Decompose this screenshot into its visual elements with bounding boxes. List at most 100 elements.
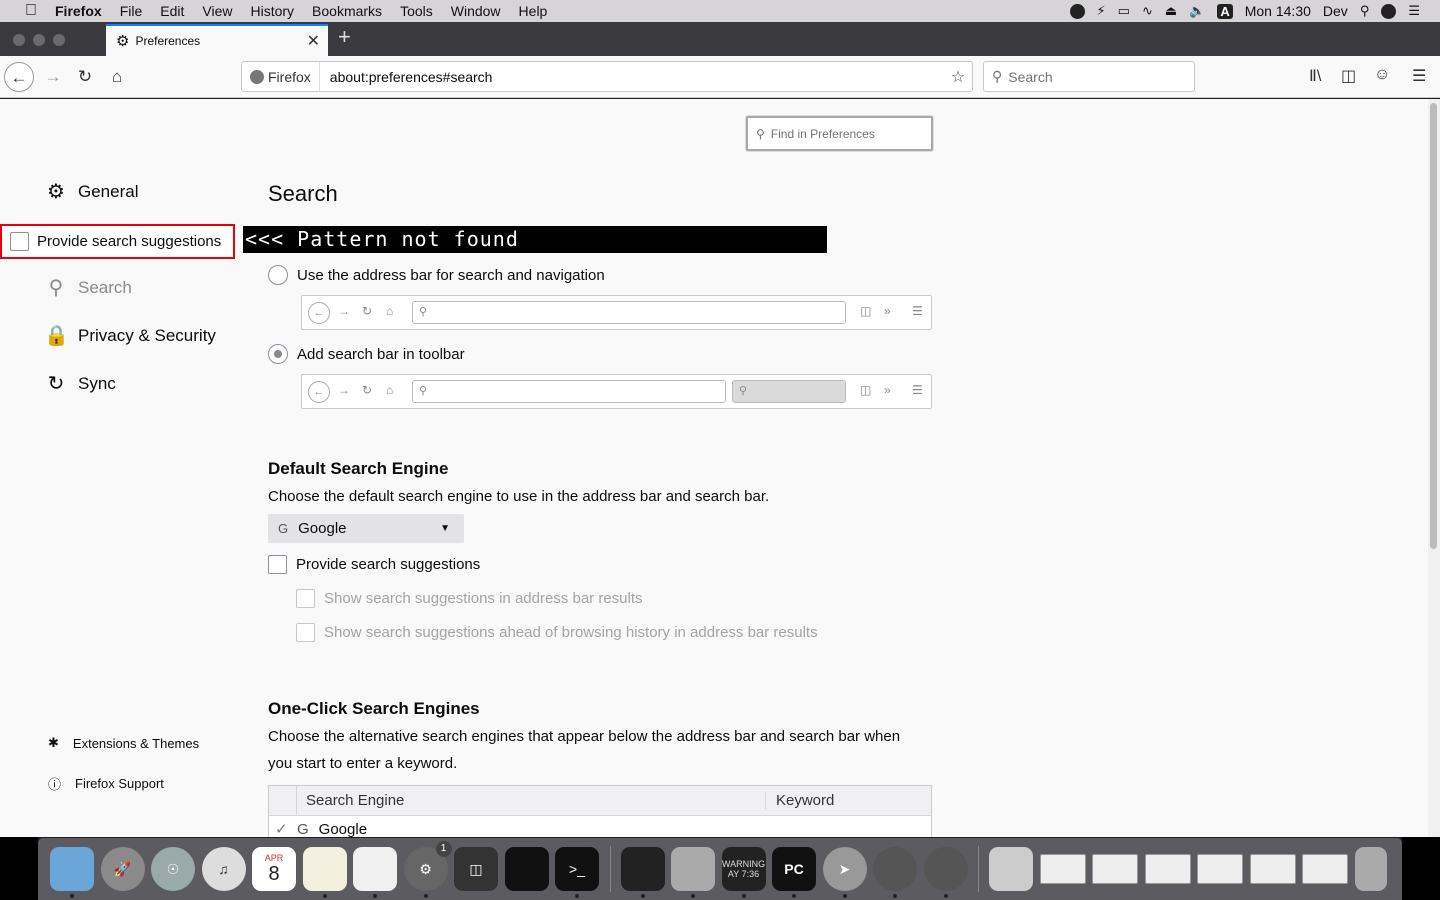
- minimized-window-icon[interactable]: [1039, 854, 1086, 884]
- status-bolt-icon[interactable]: ⚡: [1097, 3, 1106, 19]
- window-manager-icon[interactable]: ◫: [454, 847, 498, 891]
- checkbox[interactable]: [10, 232, 29, 251]
- preview-icon[interactable]: [671, 847, 715, 898]
- launchpad-icon[interactable]: 🚀: [100, 847, 145, 891]
- checkbox[interactable]: [268, 555, 287, 574]
- checkmark-icon[interactable]: ✓: [269, 820, 297, 837]
- menu-tools[interactable]: Tools: [400, 3, 433, 19]
- radio-button[interactable]: [268, 344, 288, 364]
- airplay-icon[interactable]: ▭: [1118, 3, 1130, 19]
- preview-search-bar: ⚲: [732, 380, 846, 403]
- menu-view[interactable]: View: [202, 3, 232, 19]
- menu-help[interactable]: Help: [519, 3, 548, 19]
- address-bar-preview: ← → ↻ ⌂ ⚲ ◫ » ☰: [301, 295, 932, 330]
- status-app-icon[interactable]: [1069, 3, 1085, 19]
- minimized-window-icon[interactable]: [1144, 854, 1191, 884]
- calendar-day: 8: [268, 862, 280, 885]
- console-icon[interactable]: WARNING AY 7:36: [721, 847, 766, 898]
- library-icon[interactable]: Ⅱ\: [1309, 66, 1321, 86]
- checkbox-label: Show search suggestions ahead of browsin…: [324, 624, 818, 641]
- wifi-icon[interactable]: ∿: [1142, 3, 1153, 19]
- menu-edit[interactable]: Edit: [160, 3, 184, 19]
- toolbar-search-input[interactable]: ⚲ Search: [983, 61, 1195, 92]
- menu-file[interactable]: File: [120, 3, 143, 19]
- category-privacy[interactable]: 🔒 Privacy & Security: [44, 323, 216, 348]
- checkbox-label: Provide search suggestions: [37, 233, 222, 250]
- finder-icon[interactable]: [50, 847, 94, 898]
- suggestions-checkbox-row[interactable]: Provide search suggestions: [268, 555, 480, 574]
- clock[interactable]: Mon 14:30: [1245, 3, 1311, 19]
- column-keyword[interactable]: Keyword: [766, 792, 834, 809]
- app-menu[interactable]: Firefox: [55, 3, 102, 19]
- menu-icon: ☰: [912, 383, 923, 397]
- find-placeholder: Find in Preferences: [770, 126, 875, 141]
- safari-icon[interactable]: ☉: [151, 847, 195, 891]
- reload-button[interactable]: ↻: [70, 62, 100, 92]
- category-search[interactable]: ⚲ Search: [44, 275, 132, 300]
- volume-icon[interactable]: 🔈: [1189, 3, 1205, 19]
- find-in-preferences-input[interactable]: ⚲ Find in Preferences: [746, 116, 933, 151]
- eject-icon[interactable]: ⏏: [1165, 3, 1177, 19]
- trash-icon[interactable]: [1354, 847, 1387, 891]
- downloads-folder-icon[interactable]: [989, 847, 1033, 891]
- tab-preferences[interactable]: ⚙ Preferences ✕: [106, 24, 328, 56]
- new-tab-button[interactable]: +: [338, 24, 351, 50]
- url-text[interactable]: about:preferences#search: [320, 69, 944, 85]
- apple-menu-icon[interactable]: : [20, 2, 42, 20]
- table-row[interactable]: ✓ G Google: [269, 816, 931, 838]
- extensions-themes-link[interactable]: ✱ Extensions & Themes: [48, 735, 199, 751]
- column-search-engine[interactable]: Search Engine: [297, 792, 766, 809]
- minimize-window-button[interactable]: [33, 34, 45, 46]
- url-bar[interactable]: Firefox about:preferences#search ☆: [241, 61, 973, 92]
- input-source-icon[interactable]: A: [1217, 3, 1233, 19]
- minimized-window-icon[interactable]: [1249, 854, 1296, 884]
- menu-bookmarks[interactable]: Bookmarks: [312, 3, 382, 19]
- account-icon[interactable]: ☺: [1374, 66, 1390, 84]
- highlighted-suggestion-checkbox[interactable]: Provide search suggestions: [0, 224, 235, 259]
- minimized-window-icon[interactable]: [1092, 854, 1138, 884]
- search-bar-preview: ← → ↻ ⌂ ⚲ ⚲ ◫ » ☰: [301, 374, 932, 409]
- firefox-dev-icon[interactable]: [873, 847, 917, 898]
- siri-icon[interactable]: [1381, 3, 1397, 19]
- back-button[interactable]: ←: [4, 62, 34, 92]
- menu-window[interactable]: Window: [451, 3, 501, 19]
- radio-address-bar[interactable]: Use the address bar for search and navig…: [268, 265, 605, 285]
- console-text: WARNING AY 7:36: [721, 859, 766, 879]
- close-window-button[interactable]: [13, 34, 25, 46]
- minimized-window-icon[interactable]: [1302, 854, 1348, 884]
- firefox-support-link[interactable]: ⓘ Firefox Support: [48, 774, 164, 793]
- category-general[interactable]: ⚙ General: [44, 179, 138, 204]
- user-name[interactable]: Dev: [1323, 3, 1348, 19]
- bookmark-star-icon[interactable]: ☆: [944, 67, 972, 87]
- menu-icon[interactable]: ☰: [1412, 66, 1426, 86]
- menu-history[interactable]: History: [250, 3, 294, 19]
- zoom-window-button[interactable]: [53, 34, 65, 46]
- pattern-not-found-banner: <<< Pattern not found: [243, 226, 827, 253]
- telegram-icon[interactable]: ➤: [822, 847, 867, 898]
- reminders-icon[interactable]: [353, 847, 397, 898]
- firefox-icon[interactable]: [923, 847, 968, 898]
- forward-button[interactable]: →: [38, 62, 68, 92]
- home-button[interactable]: ⌂: [102, 62, 132, 92]
- notification-center-icon[interactable]: ☰: [1408, 3, 1420, 19]
- notes-icon[interactable]: [302, 847, 347, 898]
- calendar-icon[interactable]: APR 8: [252, 847, 296, 891]
- scrollbar-thumb[interactable]: [1430, 103, 1437, 549]
- radio-button[interactable]: [268, 265, 288, 285]
- spotlight-icon[interactable]: ⚲: [1360, 3, 1370, 19]
- pycharm-icon[interactable]: PC: [772, 847, 816, 898]
- sync-icon: ↻: [47, 373, 65, 395]
- exec-terminal-icon[interactable]: [504, 847, 549, 891]
- default-engine-select[interactable]: G Google ▼: [268, 514, 464, 543]
- page-scrollbar[interactable]: [1428, 99, 1440, 837]
- music-icon[interactable]: ♫: [201, 847, 246, 891]
- terminal-icon[interactable]: >_: [555, 847, 599, 898]
- sidebar-icon[interactable]: ◫: [1341, 66, 1356, 86]
- system-preferences-icon[interactable]: ⚙ 1: [403, 841, 452, 898]
- radio-search-bar[interactable]: Add search bar in toolbar: [268, 344, 465, 364]
- category-sync[interactable]: ↻ Sync: [44, 371, 116, 396]
- minimized-window-icon[interactable]: [1197, 854, 1243, 884]
- close-tab-icon[interactable]: ✕: [307, 31, 320, 51]
- identity-box[interactable]: Firefox: [242, 62, 320, 91]
- activity-monitor-icon[interactable]: [620, 847, 665, 898]
